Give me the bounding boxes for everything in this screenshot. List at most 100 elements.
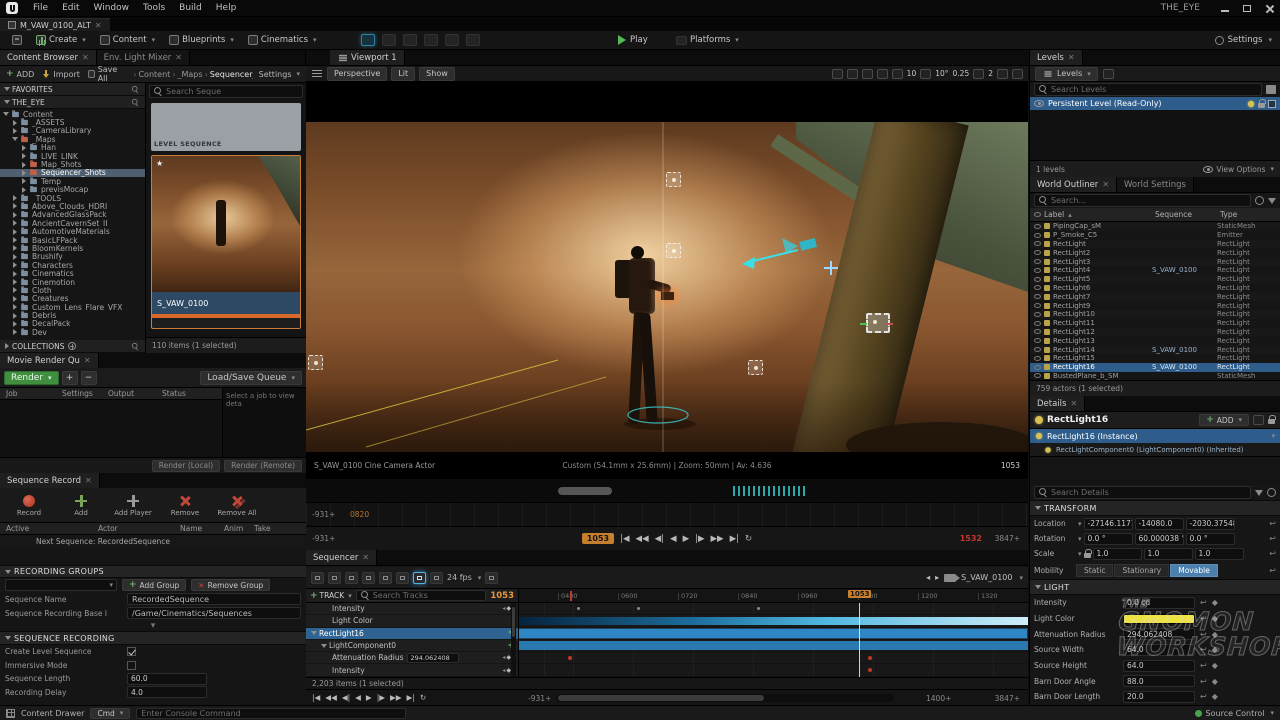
reset-to-default-icon[interactable]: ↩: [1200, 677, 1207, 686]
visibility-eye-icon[interactable]: [1034, 347, 1041, 352]
transport-button[interactable]: ◀: [670, 534, 677, 544]
folder-tree-item[interactable]: Brushify: [0, 253, 145, 261]
expand-arrow-icon[interactable]: [321, 644, 327, 648]
keyframe-options-icon[interactable]: [396, 572, 409, 584]
screen-percentage-icon[interactable]: [997, 69, 1008, 79]
add-keyframe-icon[interactable]: ◆: [1212, 661, 1218, 670]
add-keyframe-icon[interactable]: ◆: [1212, 614, 1218, 623]
reset-to-default-icon[interactable]: ↩: [1269, 549, 1276, 558]
transport-button[interactable]: ▶|: [730, 534, 739, 544]
outliner-row[interactable]: BustedPlane_b_SM StaticMesh: [1030, 372, 1280, 380]
current-frame-field[interactable]: 1053: [582, 533, 614, 544]
menu-item[interactable]: Build: [172, 3, 209, 13]
console-command-input[interactable]: [141, 709, 401, 718]
y-value-field[interactable]: 60.000038 °: [1135, 533, 1184, 545]
close-tab-icon[interactable]: ✕: [1070, 399, 1077, 408]
content-button[interactable]: Content▾: [94, 33, 161, 47]
expand-arrow-icon[interactable]: [13, 245, 17, 251]
scale-lock-icon[interactable]: [1084, 553, 1091, 558]
camera-speed-value[interactable]: 2: [988, 69, 993, 78]
folder-tree-item[interactable]: Cloth: [0, 286, 145, 294]
asset-tile-selected[interactable]: ★ S_VAW_0100: [151, 155, 301, 329]
add-keyframe-icon[interactable]: ◆: [1212, 630, 1218, 639]
z-value-field[interactable]: 0.0 °: [1186, 533, 1235, 545]
camera-speed-icon[interactable]: [973, 69, 984, 79]
expand-arrow-icon[interactable]: [22, 145, 26, 151]
visibility-eye-icon[interactable]: [1034, 329, 1041, 334]
active-sequence-name[interactable]: S_VAW_0100: [961, 573, 1012, 582]
folder-tree-item[interactable]: BasicLFPack: [0, 236, 145, 244]
brush-edit-mode-icon[interactable]: [466, 34, 480, 46]
folder-tree-item[interactable]: Above_Clouds_HDRI: [0, 202, 145, 210]
label-column-header[interactable]: Label▴: [1044, 210, 1152, 219]
favorite-star-icon[interactable]: ★: [156, 159, 163, 168]
light-sprite-icon[interactable]: [666, 172, 681, 187]
save-level-icon[interactable]: [1268, 100, 1276, 108]
visibility-eye-icon[interactable]: [1034, 241, 1041, 246]
remove-job-button[interactable]: −: [81, 371, 97, 385]
rotate-tool-icon[interactable]: [862, 69, 873, 79]
sequence-name-input[interactable]: [132, 595, 296, 604]
visibility-eye-icon[interactable]: [1034, 285, 1041, 290]
outliner-row[interactable]: RectLight10 RectLight: [1030, 310, 1280, 319]
minimize-icon[interactable]: [1220, 4, 1230, 13]
close-tab-icon[interactable]: ✕: [1068, 53, 1075, 62]
tab-sequencer[interactable]: Sequencer✕: [306, 550, 377, 565]
outliner-row[interactable]: RectLight4 S_VAW_0100 RectLight: [1030, 266, 1280, 275]
transport-button[interactable]: ▶: [366, 693, 372, 702]
sequence-column-header[interactable]: Sequence: [1155, 210, 1217, 219]
folder-tree-item[interactable]: DecalPack: [0, 320, 145, 328]
sequencer-track-row[interactable]: RectLight16 ◂◆▸ +: [306, 628, 518, 640]
transport-button[interactable]: ◀: [355, 693, 361, 702]
level-document-tab[interactable]: M_VAW_0100_ALT ✕: [0, 18, 110, 31]
project-source-header[interactable]: THE_EYE: [0, 96, 145, 109]
menu-item[interactable]: Tools: [136, 3, 172, 13]
search-icon[interactable]: [132, 98, 139, 105]
asset-tile-partial[interactable]: LEVEL SEQUENCE: [151, 103, 301, 151]
transform-section-header[interactable]: TRANSFORM: [1030, 500, 1280, 516]
expand-arrow-icon[interactable]: [5, 343, 9, 349]
track-timeline-area[interactable]: [518, 603, 1028, 677]
expand-arrow-icon[interactable]: [13, 220, 17, 226]
add-keyframe-icon[interactable]: ◆: [1212, 598, 1218, 607]
outliner-row[interactable]: RectLight3 RectLight: [1030, 257, 1280, 266]
cinematics-button[interactable]: Cinematics▾: [242, 33, 323, 47]
z-value-field[interactable]: -2030.375488: [1186, 518, 1235, 530]
expand-arrow-icon[interactable]: [13, 254, 17, 260]
recording-groups-header[interactable]: RECORDING GROUPS: [0, 565, 306, 578]
reset-to-default-icon[interactable]: ↩: [1200, 645, 1207, 654]
property-value-field[interactable]: 0.0 cd: [1123, 597, 1195, 609]
render-local-button[interactable]: Render (Local): [152, 460, 220, 472]
column-header[interactable]: Active: [6, 524, 98, 533]
mobility-option[interactable]: Movable: [1170, 564, 1218, 577]
expand-arrow-icon[interactable]: [13, 195, 17, 201]
axis-dropdown-icon[interactable]: ▾: [1078, 535, 1082, 543]
details-search-field[interactable]: [1034, 486, 1251, 499]
outliner-row[interactable]: P_Smoke_C5 Emitter: [1030, 231, 1280, 240]
menu-item[interactable]: File: [26, 3, 55, 13]
content-drawer-button[interactable]: Content Drawer: [21, 709, 84, 718]
blueprint-edit-icon[interactable]: [1253, 415, 1264, 425]
visibility-eye-icon[interactable]: [1034, 312, 1041, 317]
column-header[interactable]: Output: [108, 389, 162, 398]
folder-tree-item[interactable]: _TOOLS: [0, 194, 145, 202]
show-button[interactable]: Show: [419, 67, 455, 81]
folder-tree-item[interactable]: Characters: [0, 261, 145, 269]
viewport-menu-icon[interactable]: [311, 69, 323, 79]
expand-arrow-icon[interactable]: [13, 229, 17, 235]
folder-tree-item[interactable]: _CameraLibrary: [0, 127, 145, 135]
close-tab-icon[interactable]: ✕: [82, 53, 89, 62]
outliner-row[interactable]: RectLight7 RectLight: [1030, 292, 1280, 301]
camera-cuts-bar[interactable]: [306, 478, 1028, 502]
outliner-row[interactable]: RectLight9 RectLight: [1030, 301, 1280, 310]
mesh-paint-mode-icon[interactable]: [424, 34, 438, 46]
sequencer-track-row[interactable]: Attenuation Radius 294.062408 ◂◆▸ +: [306, 652, 518, 664]
curve-editor-icon[interactable]: [485, 572, 498, 584]
track-list-scrollbar[interactable]: [511, 603, 516, 677]
expand-arrow-icon[interactable]: [13, 304, 17, 310]
render-button[interactable]: Render▾: [4, 371, 59, 385]
remove-group-button[interactable]: ✕Remove Group: [191, 579, 270, 591]
expand-arrow-icon[interactable]: [13, 203, 17, 209]
expand-arrow-icon[interactable]: [13, 212, 17, 218]
render-remote-button[interactable]: Render (Remote): [224, 460, 302, 472]
